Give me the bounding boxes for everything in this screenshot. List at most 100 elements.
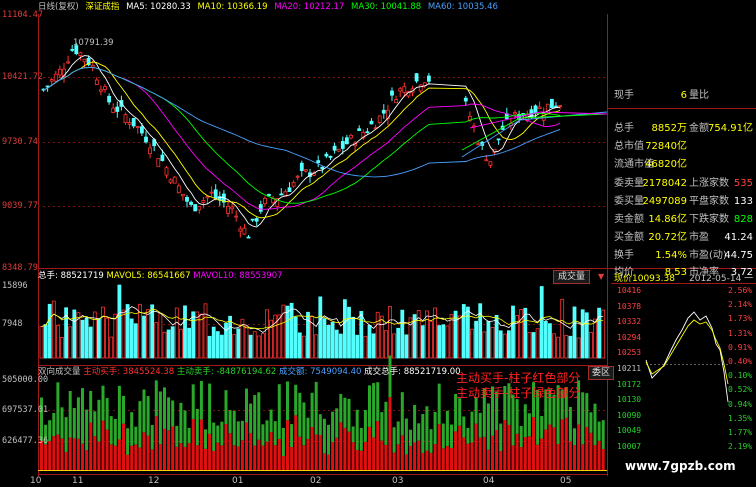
price-tick: 9039.77 bbox=[2, 201, 38, 211]
quote-row: 现手 6 量比 bbox=[611, 87, 756, 105]
mavol5-label: MAVOL5: 86541667 bbox=[106, 271, 191, 281]
flow-sell-bar bbox=[413, 404, 417, 443]
flow-buy-bar bbox=[322, 453, 326, 470]
volume-bar bbox=[224, 322, 228, 359]
flow-sell-bar bbox=[462, 416, 466, 438]
flow-buy-bar bbox=[236, 446, 240, 470]
flow-sell-bar bbox=[429, 429, 433, 453]
order-area-tag[interactable]: 委区 bbox=[588, 366, 615, 380]
active-sell-label: 主动卖手: -84876194.62 bbox=[176, 367, 277, 377]
candle-body bbox=[336, 148, 341, 152]
flow-buy-bar bbox=[76, 438, 80, 470]
candle-body bbox=[463, 97, 468, 102]
quote-row: 流通市值 46820亿 bbox=[611, 156, 756, 174]
candle-body bbox=[78, 52, 83, 56]
candle-body bbox=[201, 200, 206, 203]
volume-bar bbox=[301, 335, 306, 359]
ma10-line bbox=[43, 61, 561, 219]
flow-buy-bar bbox=[503, 420, 507, 470]
volume-bar bbox=[174, 307, 179, 359]
flow-sell-bar bbox=[511, 394, 515, 446]
volume-bar bbox=[347, 306, 351, 359]
candle-body bbox=[426, 75, 431, 82]
volume-bar bbox=[178, 328, 183, 359]
volume-bar bbox=[244, 325, 249, 359]
mini-left-tick: 10294 bbox=[617, 332, 642, 342]
flow-buy-bar bbox=[515, 433, 519, 470]
candle-body bbox=[189, 201, 194, 205]
quote-key: 委买量 bbox=[614, 196, 644, 207]
flow-sell-bar bbox=[261, 424, 265, 446]
flow-buy-bar bbox=[450, 447, 453, 470]
candle-body bbox=[58, 68, 62, 76]
flow-sell-bar bbox=[64, 417, 68, 452]
volume-bar bbox=[400, 309, 405, 359]
candle-body bbox=[402, 86, 407, 94]
volume-bar bbox=[502, 333, 507, 359]
volume-bar bbox=[215, 331, 220, 359]
candle-body bbox=[82, 58, 87, 63]
flow-buy-bar bbox=[318, 435, 322, 470]
volume-bar bbox=[326, 324, 331, 359]
flow-buy-bar bbox=[212, 450, 216, 470]
flow-tick: 505000.00 bbox=[2, 375, 49, 385]
flow-tick: 626477.36 bbox=[2, 436, 49, 446]
candle-body bbox=[488, 161, 493, 166]
candle-body bbox=[180, 193, 185, 197]
flow-buy-bar bbox=[216, 442, 220, 470]
flow-buy-bar bbox=[376, 421, 380, 470]
flow-sell-bar bbox=[97, 399, 101, 442]
flow-sell-bar bbox=[68, 390, 72, 438]
flow-sell-bar bbox=[245, 388, 248, 423]
flow-buy-bar bbox=[429, 452, 433, 470]
volume-bar bbox=[375, 311, 380, 359]
quote-value: 41.24 bbox=[724, 232, 753, 243]
candle-body bbox=[344, 137, 349, 145]
candle-body bbox=[316, 160, 321, 163]
quote-value: 1.54% bbox=[655, 250, 687, 261]
candle-body bbox=[66, 61, 70, 64]
flow-buy-bar bbox=[113, 445, 117, 470]
flow-buy-bar bbox=[445, 446, 449, 470]
flow-buy-bar bbox=[281, 456, 285, 470]
quote-key: 委卖量 bbox=[614, 178, 644, 189]
flow-buy-bar bbox=[310, 427, 314, 470]
flow-sell-bar bbox=[175, 425, 179, 447]
flow-buy-bar bbox=[277, 438, 281, 470]
volume-bar bbox=[191, 311, 196, 359]
candle-body bbox=[115, 106, 120, 112]
flow-buy-bar bbox=[204, 448, 207, 470]
volume-bar bbox=[129, 318, 134, 359]
dropdown-icon[interactable]: ▼ bbox=[598, 272, 604, 281]
candle-body bbox=[398, 88, 403, 92]
flow-buy-bar bbox=[573, 445, 576, 470]
candle-body bbox=[537, 106, 542, 110]
flow-sell-bar bbox=[126, 428, 130, 455]
volume-bar bbox=[429, 321, 433, 359]
flow-sell-bar bbox=[372, 383, 376, 438]
mini-left-tick: 10172 bbox=[617, 379, 642, 389]
flow-buy-bar bbox=[158, 444, 162, 470]
flow-sell-bar bbox=[499, 423, 503, 452]
flow-buy-bar bbox=[191, 418, 195, 470]
flow-buy-bar bbox=[146, 435, 150, 470]
flow-buy-bar bbox=[228, 433, 232, 470]
volume-bar bbox=[445, 325, 450, 359]
flow-buy-bar bbox=[593, 445, 597, 470]
flow-buy-bar bbox=[404, 454, 408, 470]
flow-sell-bar bbox=[142, 389, 146, 433]
flow-buy-bar bbox=[363, 441, 367, 470]
x-tick: 11 bbox=[72, 476, 84, 486]
flow-buy-bar bbox=[511, 445, 515, 470]
flow-buy-bar bbox=[372, 437, 376, 470]
mini-right-tick: 0.52% bbox=[728, 385, 753, 395]
volume-indicator-tag[interactable]: 成交量 bbox=[553, 270, 591, 284]
flow-sell-bar bbox=[40, 397, 43, 441]
volume-bar bbox=[195, 311, 200, 359]
candle-body bbox=[131, 117, 136, 127]
flow-buy-bar bbox=[568, 441, 572, 470]
volume-bar bbox=[306, 311, 310, 359]
candle-body bbox=[230, 206, 235, 210]
flow-sell-bar bbox=[273, 421, 277, 446]
volume-bar bbox=[576, 337, 581, 359]
